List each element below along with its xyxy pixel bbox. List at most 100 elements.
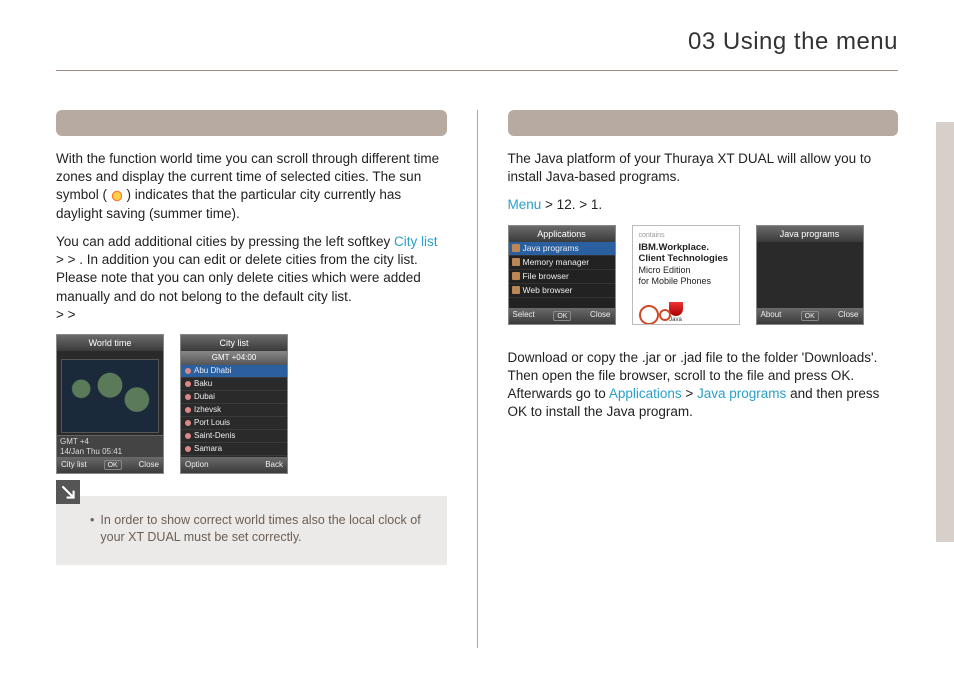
list-item: Abu Dhabi (181, 365, 287, 378)
phone-softkeys: City list OK Close (57, 457, 163, 473)
menu-link: Menu (508, 197, 542, 212)
text: You can add additional cities by pressin… (56, 234, 394, 249)
city-dot-icon (185, 381, 191, 387)
text: > 1. (579, 197, 602, 212)
phone-java-programs: Java programs About OK Close (756, 225, 864, 325)
list-item: Saint-Denis (181, 430, 287, 443)
city-name: Saint-Denis (194, 429, 235, 442)
phone-softkeys: About OK Close (757, 308, 863, 324)
column-divider (477, 110, 478, 648)
list-item: Web browser (509, 284, 615, 298)
phone-body: contains IBM.Workplace. Client Technolog… (633, 226, 739, 325)
app-label: Memory manager (523, 255, 590, 269)
softkey-ok: OK (104, 460, 122, 470)
app-label: File browser (523, 269, 569, 283)
gmt-header: GMT +04:00 (181, 351, 287, 365)
text: > (685, 386, 697, 401)
ibm-logo-icon (639, 305, 659, 325)
list-item: Memory manager (509, 256, 615, 270)
city-name: Dubai (194, 390, 215, 403)
softkey-left: About (761, 310, 782, 321)
phone-screenshots-right: Applications Java programs Memory manage… (508, 225, 899, 325)
city-name: Samara (194, 442, 222, 455)
applications-link: Applications (609, 386, 682, 401)
world-map-graphic (61, 359, 159, 433)
city-name: Abu Dhabi (194, 364, 231, 377)
phone-title: World time (57, 335, 163, 351)
app-icon (512, 244, 520, 252)
note-block: In order to show correct world times als… (56, 496, 447, 565)
city-list-link: City list (394, 234, 438, 249)
right-column: The Java platform of your Thuraya XT DUA… (508, 110, 899, 648)
left-column: With the function world time you can scr… (56, 110, 447, 648)
phone-title: City list (181, 335, 287, 351)
section-bar-left (56, 110, 447, 136)
softkey-ok: OK (553, 311, 571, 321)
content-columns: With the function world time you can scr… (56, 110, 898, 648)
phone-world-time: World time GMT +4 14/Jan Thu 05:41 City … (56, 334, 164, 474)
ibm-line: IBM.Workplace. (639, 242, 733, 253)
java-programs-link: Java programs (697, 386, 786, 401)
softkey-ok: OK (801, 311, 819, 321)
gmt-label: GMT +4 (60, 437, 160, 447)
header-divider (56, 70, 898, 71)
note-text: In order to show correct world times als… (100, 512, 426, 547)
text: . In addition you can edit or delete cit… (56, 252, 421, 303)
ibm-line: Micro Edition (639, 265, 733, 276)
list-item: File browser (509, 270, 615, 284)
app-icon (512, 272, 520, 280)
city-name: Izhevsk (194, 403, 221, 416)
text: > (56, 307, 68, 322)
left-paragraph-2: You can add additional cities by pressin… (56, 233, 447, 324)
datetime-label: 14/Jan Thu 05:41 (60, 447, 160, 457)
softkey-left: Select (513, 310, 535, 321)
city-dot-icon (185, 446, 191, 452)
softkey-right: Close (139, 460, 159, 471)
app-icon (512, 286, 520, 294)
note-content: In order to show correct world times als… (56, 496, 447, 565)
page-side-tab (936, 122, 954, 542)
list-item: Samara (181, 443, 287, 456)
softkey-left: City list (61, 460, 87, 471)
phone-info-strip: GMT +4 14/Jan Thu 05:41 (57, 435, 163, 457)
city-dot-icon (185, 433, 191, 439)
softkey-right: Close (838, 310, 858, 321)
city-dot-icon (185, 407, 191, 413)
menu-path: Menu > 12. > 1. (508, 196, 899, 214)
right-paragraph-1: The Java platform of your Thuraya XT DUA… (508, 150, 899, 186)
city-name: Port Louis (194, 416, 230, 429)
phone-title: Java programs (757, 226, 863, 242)
ibm-line: for Mobile Phones (639, 276, 733, 287)
phone-body: Java programs Memory manager File browse… (509, 242, 615, 308)
text: > (68, 252, 80, 267)
note-arrow-icon (56, 480, 80, 504)
phone-softkeys: Select OK Close (509, 308, 615, 324)
text: > (56, 252, 68, 267)
softkey-right: Back (265, 460, 283, 471)
phone-ibm-splash: contains IBM.Workplace. Client Technolog… (632, 225, 740, 325)
left-paragraph-1: With the function world time you can scr… (56, 150, 447, 223)
city-dot-icon (185, 368, 191, 374)
contains-label: contains (639, 232, 733, 240)
page-title: 03 Using the menu (688, 28, 898, 56)
city-dot-icon (185, 420, 191, 426)
city-dot-icon (185, 394, 191, 400)
right-paragraph-2: Download or copy the .jar or .jad file t… (508, 349, 899, 422)
list-item: Dubai (181, 391, 287, 404)
phone-body: GMT +4 14/Jan Thu 05:41 (57, 351, 163, 457)
ibm-line: Client Technologies (639, 253, 733, 264)
section-bar-right (508, 110, 899, 136)
phone-body (757, 242, 863, 308)
app-label: Java programs (523, 242, 579, 256)
sun-icon (111, 190, 123, 202)
note-bullet: In order to show correct world times als… (90, 512, 427, 547)
text: > 12. (545, 197, 579, 212)
list-item: Java programs (509, 242, 615, 256)
logo-row: Java (639, 302, 733, 324)
list-item: Port Louis (181, 417, 287, 430)
city-name: Baku (194, 377, 212, 390)
phone-body: GMT +04:00 Abu Dhabi Baku Dubai Izhevsk … (181, 351, 287, 457)
phone-city-list: City list GMT +04:00 Abu Dhabi Baku Duba… (180, 334, 288, 474)
softkey-right: Close (590, 310, 610, 321)
phone-applications: Applications Java programs Memory manage… (508, 225, 616, 325)
